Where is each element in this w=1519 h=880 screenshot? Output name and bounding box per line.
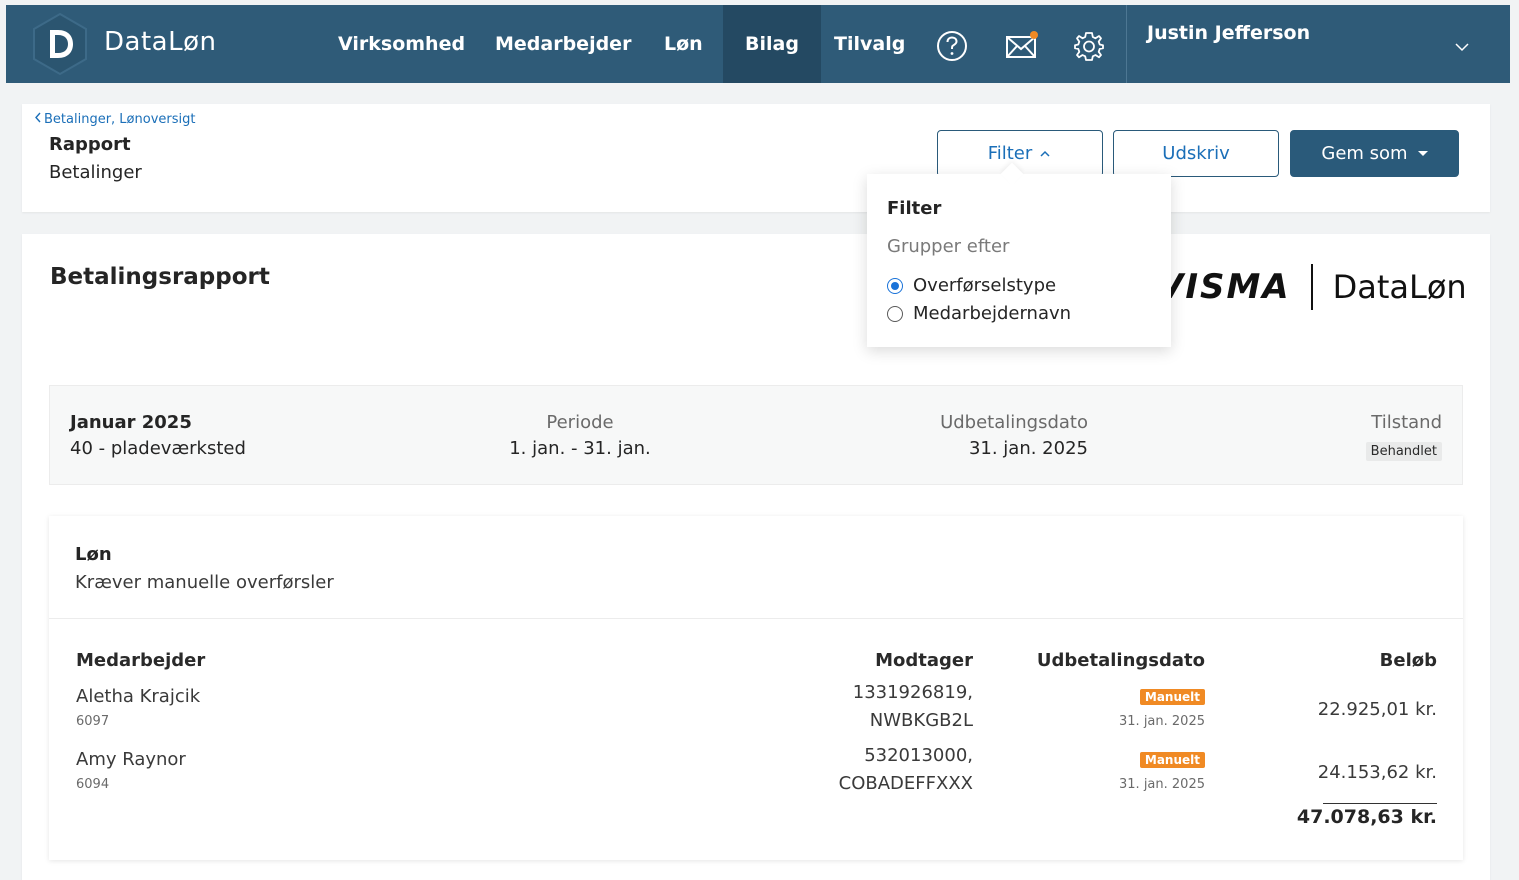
payout-date: 31. jan. 2025 xyxy=(1119,777,1205,792)
department: 40 - pladeværksted xyxy=(70,438,246,459)
period-label: Periode xyxy=(546,412,614,433)
report-header-card: Betalinger, Lønoversigt Rapport Betaling… xyxy=(22,104,1490,212)
mail-notification-icon[interactable] xyxy=(1004,29,1038,63)
breadcrumb[interactable]: Betalinger, Lønoversigt xyxy=(34,112,195,127)
page-subtitle: Betalinger xyxy=(49,162,142,183)
report-card: Betalingsrapport VISMA DataLøn Januar 20… xyxy=(22,234,1490,880)
dataloen-wordmark: DataLøn xyxy=(1332,268,1467,306)
option-label: Overførselstype xyxy=(913,275,1057,296)
page-title: Rapport xyxy=(49,134,131,155)
group-by-employee-name-option[interactable]: Medarbejdernavn xyxy=(887,303,1071,324)
total-underline xyxy=(1323,803,1437,804)
brand-name: DataLøn xyxy=(104,27,217,57)
recipient-account: 1331926819, xyxy=(852,682,973,703)
print-button[interactable]: Udskriv xyxy=(1113,130,1279,177)
nav-virksomhed[interactable]: Virksomhed xyxy=(316,5,487,83)
user-menu-separator xyxy=(1126,5,1127,83)
nav-bilag[interactable]: Bilag xyxy=(723,5,821,83)
logo-divider xyxy=(1310,264,1313,310)
manual-badge: Manuelt xyxy=(1139,689,1205,705)
caret-down-icon xyxy=(1417,151,1428,156)
employee-id: 6097 xyxy=(76,714,110,729)
chevron-left-icon xyxy=(35,112,41,123)
employee-id: 6094 xyxy=(76,777,110,792)
recipient-bic: NWBKGB2L xyxy=(869,710,973,731)
recipient-account: 532013000, xyxy=(864,745,973,766)
recipient-bic: COBADEFFXXX xyxy=(838,773,973,794)
col-header-recipient: Modtager xyxy=(875,650,973,671)
payout-date-label: Udbetalingsdato xyxy=(940,412,1088,433)
radio-selected[interactable] xyxy=(887,277,903,294)
group-by-transfer-type-option[interactable]: Overførselstype xyxy=(887,275,1056,296)
nav-tilvalg[interactable]: Tilvalg xyxy=(812,5,927,83)
nav-loen[interactable]: Løn xyxy=(642,5,725,83)
total-amount: 47.078,63 kr. xyxy=(1296,806,1437,828)
settings-gear-icon[interactable] xyxy=(1072,29,1106,63)
popover-title: Filter xyxy=(887,198,942,219)
col-header-amount: Beløb xyxy=(1379,650,1437,671)
dataloen-logo-icon[interactable] xyxy=(28,12,92,76)
filter-button-label: Filter xyxy=(987,143,1033,164)
visma-wordmark: VISMA xyxy=(1157,267,1291,307)
period-name: Januar 2025 xyxy=(70,412,192,433)
loen-section: Løn Kræver manuelle overførsler Medarbej… xyxy=(49,516,1463,860)
state-label: Tilstand xyxy=(1371,412,1442,433)
section-subtitle: Kræver manuelle overførsler xyxy=(75,572,334,593)
col-header-employee: Medarbejder xyxy=(76,650,206,671)
manual-badge: Manuelt xyxy=(1139,752,1205,768)
payout-date-value: 31. jan. 2025 xyxy=(968,438,1088,459)
top-navigation-bar: DataLøn Virksomhed Medarbejder Løn Bilag… xyxy=(6,5,1510,83)
nav-medarbejder[interactable]: Medarbejder xyxy=(473,5,653,83)
chevron-down-icon[interactable] xyxy=(1454,39,1470,55)
payout-date: 31. jan. 2025 xyxy=(1119,714,1205,729)
chevron-up-icon xyxy=(1040,150,1050,157)
amount: 22.925,01 kr. xyxy=(1317,699,1437,720)
employee-name: Aletha Krajcik xyxy=(76,686,201,707)
breadcrumb-label: Betalinger, Lønoversigt xyxy=(44,112,196,127)
employee-name: Amy Raynor xyxy=(76,749,186,770)
amount: 24.153,62 kr. xyxy=(1317,762,1437,783)
radio-unselected[interactable] xyxy=(887,305,903,322)
visma-dataloen-logo: VISMA DataLøn xyxy=(1157,264,1467,310)
option-label: Medarbejdernavn xyxy=(913,303,1072,324)
save-as-label: Gem som xyxy=(1321,143,1408,164)
report-title: Betalingsrapport xyxy=(50,264,270,290)
period-summary: Januar 2025 40 - pladeværksted Periode 1… xyxy=(49,385,1463,485)
col-header-payout-date: Udbetalingsdato xyxy=(1036,650,1205,671)
user-name[interactable]: Justin Jefferson xyxy=(1147,22,1310,44)
save-as-button[interactable]: Gem som xyxy=(1290,130,1459,177)
period-value: 1. jan. - 31. jan. xyxy=(509,438,651,459)
status-badge: Behandlet xyxy=(1365,442,1442,461)
group-by-label: Grupper efter xyxy=(887,236,1010,257)
filter-popover: Filter Grupper efter Overførselstype Med… xyxy=(867,162,1171,347)
section-divider xyxy=(49,618,1463,619)
section-title: Løn xyxy=(75,544,112,565)
help-icon[interactable] xyxy=(935,29,969,63)
